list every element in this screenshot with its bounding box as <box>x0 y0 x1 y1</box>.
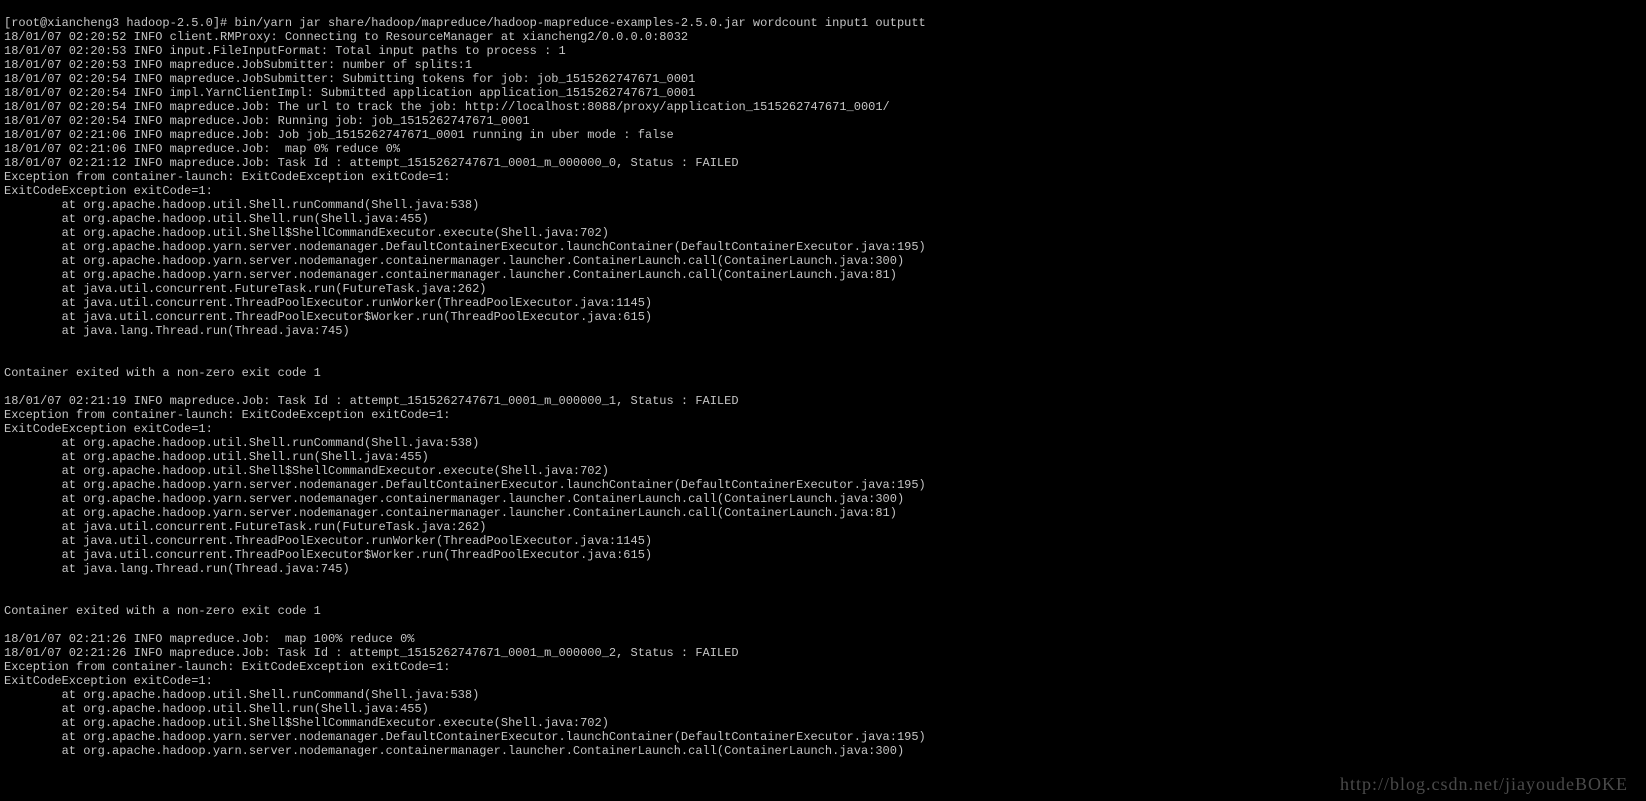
watermark-text: http://blog.csdn.net/jiayoudeBOKE <box>1340 777 1628 791</box>
log-lines: 18/01/07 02:20:52 INFO client.RMProxy: C… <box>4 30 1642 758</box>
shell-prompt-line: [root@xiancheng3 hadoop-2.5.0]# bin/yarn… <box>4 16 926 30</box>
terminal-output[interactable]: [root@xiancheng3 hadoop-2.5.0]# bin/yarn… <box>0 0 1646 774</box>
